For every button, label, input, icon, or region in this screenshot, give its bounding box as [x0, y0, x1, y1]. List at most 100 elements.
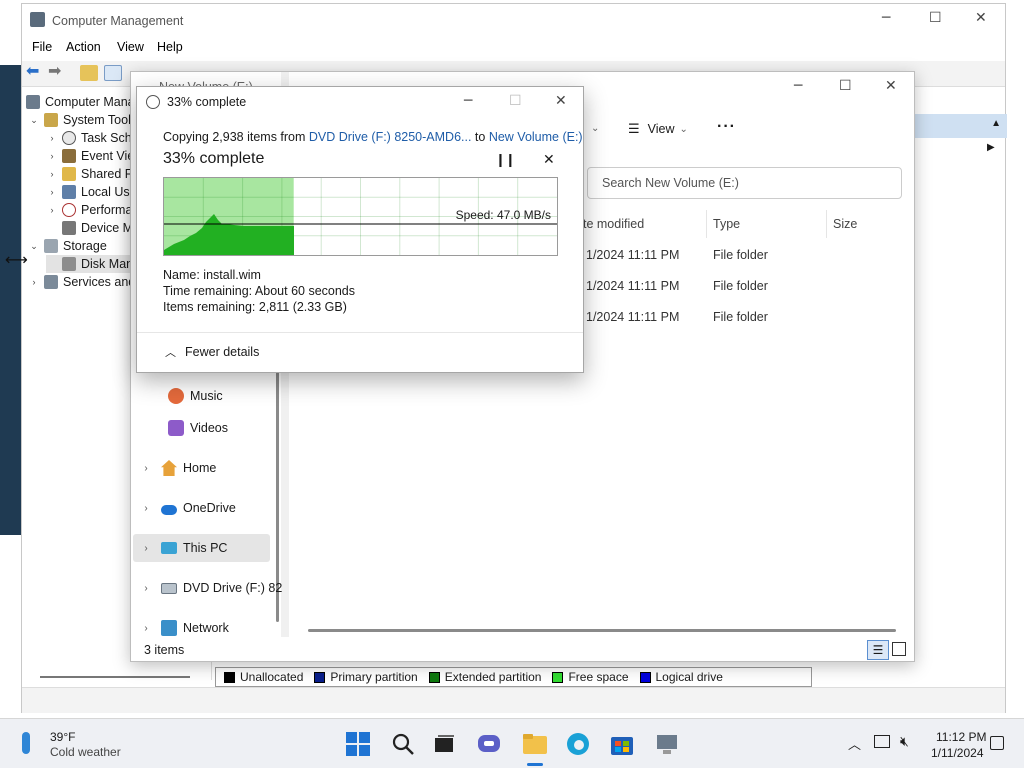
edge-icon[interactable]	[566, 732, 592, 758]
tiles-view-button[interactable]	[892, 642, 906, 656]
task-view-icon[interactable]	[433, 732, 459, 758]
cm-window-title: Computer Management	[52, 14, 184, 28]
chevron-right-icon[interactable]: ›	[46, 205, 58, 215]
chevron-right-icon[interactable]: ›	[46, 151, 58, 161]
copying-to: to	[471, 130, 489, 144]
search-input[interactable]: Search New Volume (E:)	[587, 167, 902, 199]
cm-maximize-button[interactable]: ☐	[929, 10, 942, 26]
dialog-minimize-button[interactable]: ─	[464, 93, 472, 109]
chevron-right-icon[interactable]: ›	[139, 463, 153, 474]
items-remaining-line: Items remaining: 2,811 (2.33 GB)	[163, 300, 347, 314]
clock-date[interactable]: 1/11/2024	[931, 746, 984, 760]
cm-minimize-button[interactable]: ─	[882, 10, 890, 26]
computer-management-taskbar-icon[interactable]	[655, 732, 681, 758]
chevron-up-icon[interactable]: ︿	[848, 734, 861, 753]
forward-icon[interactable]: ➡	[48, 64, 66, 81]
tree-label: Services and	[63, 275, 136, 289]
up-folder-icon[interactable]	[80, 65, 98, 81]
cm-close-button[interactable]: ✕	[975, 10, 987, 26]
nav-item-network[interactable]: › Network	[139, 616, 229, 640]
monitor-icon	[161, 542, 177, 554]
dialog-title: 33% complete	[167, 95, 247, 109]
weather-temp[interactable]: 39°F	[50, 730, 75, 744]
legend-extended: Extended partition	[444, 670, 542, 684]
column-size[interactable]: Size	[833, 217, 857, 231]
pause-button[interactable]: ❙❙	[495, 152, 516, 168]
nav-item-music[interactable]: Music	[146, 384, 223, 408]
explorer-close-button[interactable]: ✕	[885, 78, 897, 94]
explorer-minimize-button[interactable]: ─	[794, 78, 802, 94]
destination-link[interactable]: New Volume (E:)	[489, 130, 583, 144]
nav-item-dvd-drive[interactable]: › DVD Drive (F:) 82	[139, 576, 282, 600]
actions-more-arrow-icon[interactable]: ▶	[987, 142, 995, 153]
chevron-down-icon[interactable]: ⌄	[28, 115, 40, 126]
legend-unallocated: Unallocated	[240, 670, 304, 684]
cm-titlebar: Computer Management ─ ☐ ✕	[22, 4, 1005, 36]
chevron-right-icon[interactable]: ›	[139, 623, 153, 634]
start-icon[interactable]	[346, 732, 372, 758]
nav-item-videos[interactable]: Videos	[146, 416, 228, 440]
file-explorer-icon[interactable]	[522, 732, 548, 758]
chevron-right-icon[interactable]: ›	[46, 187, 58, 197]
tree-local-users[interactable]: › Local Us	[46, 183, 130, 201]
details-view-button[interactable]: ☰	[867, 640, 889, 660]
column-type[interactable]: Type	[713, 217, 740, 231]
fewer-details-button[interactable]: ︿ Fewer details	[165, 344, 259, 360]
tree-computer-management[interactable]: Computer Mana	[26, 93, 135, 111]
chat-icon[interactable]	[477, 732, 503, 758]
tree-services-applications[interactable]: › Services and	[28, 273, 135, 291]
explorer-maximize-button[interactable]: ☐	[839, 78, 852, 94]
nav-item-onedrive[interactable]: › OneDrive	[139, 496, 235, 520]
tree-label: Event Vie	[81, 149, 135, 163]
view-list-icon: ☰	[628, 121, 640, 136]
disk-legend: Unallocated Primary partition Extended p…	[215, 667, 812, 687]
cancel-copy-button[interactable]: ✕	[543, 151, 555, 168]
weather-desc[interactable]: Cold weather	[50, 745, 121, 759]
chevron-down-icon[interactable]: ⌄	[28, 241, 40, 252]
tree-hscrollbar[interactable]	[40, 676, 190, 678]
chevron-down-icon[interactable]: ⌄	[591, 123, 599, 134]
show-tree-icon[interactable]	[104, 65, 122, 81]
back-icon[interactable]: ⬅	[26, 64, 44, 81]
chevron-right-icon[interactable]: ›	[139, 543, 153, 554]
content-hscrollbar[interactable]	[308, 629, 896, 632]
tree-task-scheduler[interactable]: › Task Sch	[46, 129, 132, 147]
column-separator[interactable]	[706, 210, 707, 238]
desktop-background	[0, 65, 22, 535]
chevron-right-icon[interactable]: ›	[139, 583, 153, 594]
tree-label: Disk Man	[81, 257, 134, 271]
column-date-modified[interactable]: te modified	[583, 217, 644, 231]
column-separator[interactable]	[826, 210, 827, 238]
transfer-speed-graph: Speed: 47.0 MB/s	[163, 177, 558, 256]
menu-view[interactable]: View	[117, 40, 144, 54]
notifications-icon[interactable]	[990, 736, 1004, 750]
store-icon[interactable]	[610, 732, 636, 758]
chevron-right-icon[interactable]: ›	[46, 169, 58, 179]
tree-performance[interactable]: › Performa	[46, 201, 132, 219]
search-icon[interactable]	[391, 732, 417, 758]
chevron-right-icon[interactable]: ›	[28, 277, 40, 287]
computer-icon	[26, 95, 40, 109]
menu-action[interactable]: Action	[66, 40, 101, 54]
dialog-close-button[interactable]: ✕	[555, 93, 567, 109]
volume-muted-icon[interactable]: 🔇︎	[900, 733, 909, 750]
time-remaining-line: Time remaining: About 60 seconds	[163, 284, 356, 298]
clock-time[interactable]: 11:12 PM	[936, 730, 986, 744]
source-link[interactable]: DVD Drive (F:) 8250-AMD6...	[309, 130, 472, 144]
collapse-arrow-icon[interactable]: ▲	[991, 118, 1001, 129]
chevron-right-icon[interactable]: ›	[46, 133, 58, 143]
tree-event-viewer[interactable]: › Event Vie	[46, 147, 134, 165]
nav-item-this-pc[interactable]: › This PC	[139, 536, 227, 560]
network-status-icon[interactable]	[874, 735, 890, 748]
view-menu-button[interactable]: ☰ View ⌄	[628, 121, 688, 137]
menu-file[interactable]: File	[32, 40, 52, 54]
nav-item-home[interactable]: › Home	[139, 456, 216, 480]
tree-system-tools[interactable]: ⌄ System Tool	[28, 111, 131, 129]
more-options-button[interactable]: ···	[717, 118, 736, 136]
tree-device-manager[interactable]: Device M	[46, 219, 133, 237]
chevron-right-icon[interactable]: ›	[139, 503, 153, 514]
tree-shared-folders[interactable]: › Shared F	[46, 165, 132, 183]
tree-storage[interactable]: ⌄ Storage	[28, 237, 107, 255]
search-placeholder: Search New Volume (E:)	[602, 176, 739, 190]
menu-help[interactable]: Help	[157, 40, 183, 54]
